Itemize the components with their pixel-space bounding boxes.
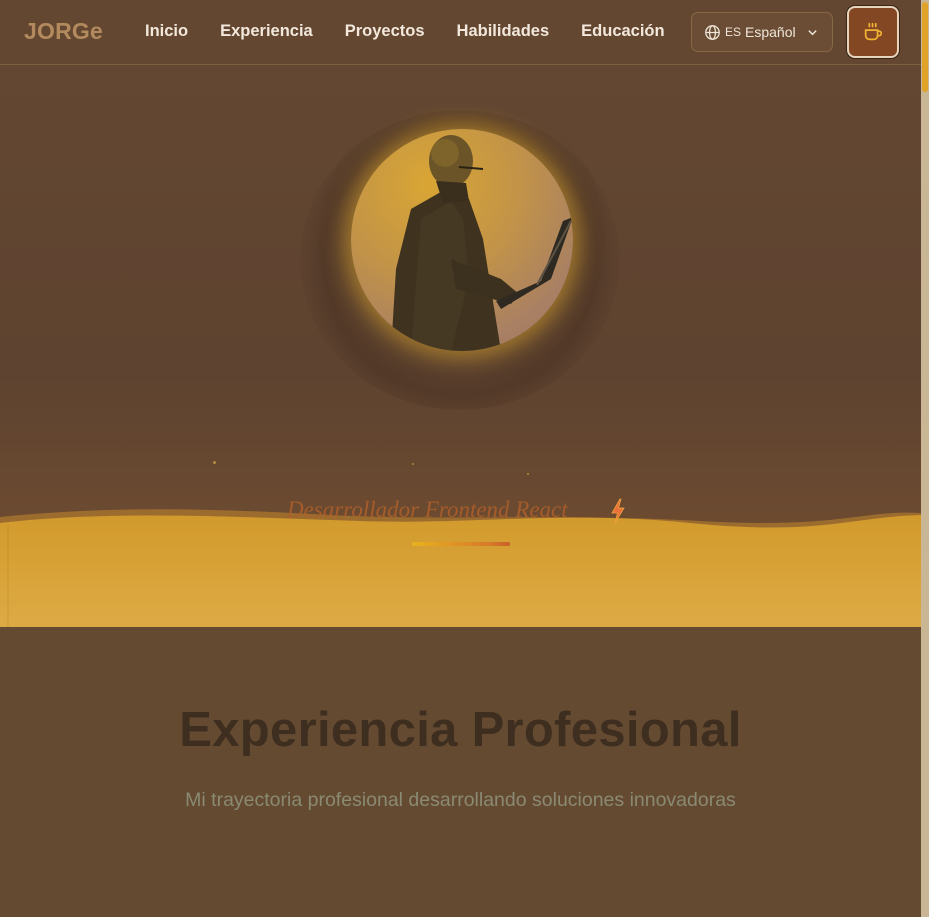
globe-icon — [705, 24, 720, 40]
language-selector[interactable]: ES Español — [691, 12, 833, 52]
page: JORGe Inicio Experiencia Proyectos Habil… — [0, 0, 921, 917]
language-code: ES — [725, 25, 742, 39]
nav-item-experiencia[interactable]: Experiencia — [220, 22, 313, 41]
dust-particle — [527, 473, 529, 475]
hero-section: Desarrollador Frontend React — [0, 65, 921, 627]
experience-title: Experiencia Profesional — [179, 703, 742, 757]
nav-item-proyectos[interactable]: Proyectos — [345, 22, 425, 41]
main-nav: Inicio Experiencia Proyectos Habilidades… — [145, 22, 697, 41]
site-logo[interactable]: JORGe — [24, 18, 103, 45]
experience-subtitle: Mi trayectoria profesional desarrollando… — [185, 789, 736, 811]
dust-particle — [213, 461, 216, 464]
coffee-cup-icon — [864, 22, 883, 41]
chevron-down-icon — [808, 30, 817, 36]
dust-particle — [412, 463, 414, 465]
site-header: JORGe Inicio Experiencia Proyectos Habil… — [0, 0, 921, 65]
scrollbar[interactable] — [921, 0, 929, 917]
hero-accent-bar — [412, 542, 510, 546]
nav-item-habilidades[interactable]: Habilidades — [457, 22, 550, 41]
theme-toggle-button[interactable] — [847, 6, 899, 58]
language-name: Español — [745, 24, 796, 40]
hero-subtitle: Desarrollador Frontend React — [287, 497, 568, 522]
nav-item-educacion[interactable]: Educación — [581, 22, 664, 41]
lightning-bolt-icon — [611, 498, 625, 524]
nav-item-inicio[interactable]: Inicio — [145, 22, 188, 41]
scrollbar-thumb[interactable] — [922, 2, 928, 92]
